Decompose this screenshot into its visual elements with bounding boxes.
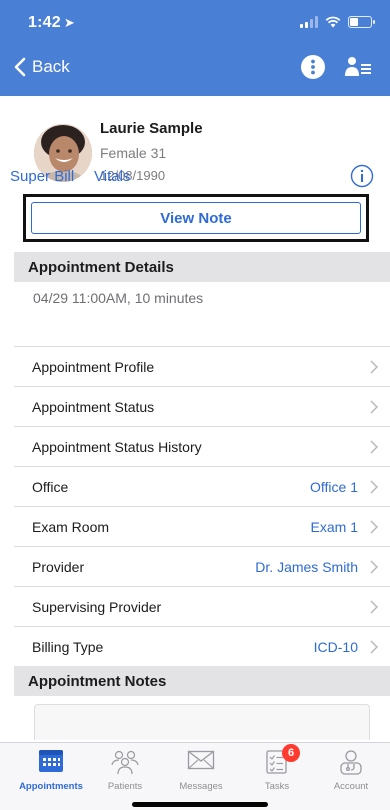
patient-gender-age: Female 31 xyxy=(100,145,167,161)
row-label: Appointment Profile xyxy=(32,359,155,375)
patient-links: Super Bill Vitals xyxy=(0,164,390,190)
row-supervising-provider[interactable]: Supervising Provider xyxy=(14,586,390,626)
view-note-button[interactable]: View Note xyxy=(31,202,361,234)
super-bill-link[interactable]: Super Bill xyxy=(10,168,74,185)
top-bar: 1:42 ➤ Back xyxy=(0,0,390,96)
row-label: Office xyxy=(32,479,69,495)
tab-appointments[interactable]: Appointments xyxy=(12,743,90,793)
tab-label: Appointments xyxy=(19,781,83,792)
patients-icon xyxy=(111,750,139,775)
row-label: Billing Type xyxy=(32,639,104,655)
patient-name: Laurie Sample xyxy=(100,120,203,137)
chevron-right-icon xyxy=(370,640,378,654)
calendar-icon xyxy=(39,750,63,772)
row-appointment-status-history[interactable]: Appointment Status History xyxy=(14,426,390,466)
chevron-right-icon xyxy=(370,560,378,574)
row-label: Exam Room xyxy=(32,519,110,535)
tab-account[interactable]: Account xyxy=(312,743,390,793)
chevron-right-icon xyxy=(370,600,378,614)
row-exam-room[interactable]: Exam Room Exam 1 xyxy=(14,506,390,546)
row-label: Provider xyxy=(32,559,85,575)
envelope-icon xyxy=(187,750,215,770)
appointment-notes-field[interactable] xyxy=(34,704,370,740)
row-value: Office 1 xyxy=(310,479,358,495)
chevron-right-icon xyxy=(370,480,378,494)
tab-tasks[interactable]: 6 Tasks xyxy=(238,743,316,793)
tasks-badge: 6 xyxy=(282,744,300,762)
appointment-notes-header: Appointment Notes xyxy=(14,666,390,696)
row-label: Supervising Provider xyxy=(32,599,162,615)
chevron-right-icon xyxy=(370,440,378,454)
tab-label: Account xyxy=(333,781,369,792)
row-appointment-profile[interactable]: Appointment Profile xyxy=(14,346,390,386)
tab-bar: Appointments Patients Messages 6 Tasks A… xyxy=(0,742,390,810)
chevron-left-icon xyxy=(14,57,26,77)
battery-icon xyxy=(348,16,375,28)
back-button[interactable]: Back xyxy=(14,57,70,77)
more-vertical-icon[interactable] xyxy=(300,54,326,80)
row-office[interactable]: Office Office 1 xyxy=(14,466,390,506)
tab-label: Patients xyxy=(107,781,143,792)
info-icon[interactable] xyxy=(350,164,374,188)
row-provider[interactable]: Provider Dr. James Smith xyxy=(14,546,390,586)
back-label: Back xyxy=(32,57,70,76)
wifi-icon xyxy=(325,16,341,28)
chevron-right-icon xyxy=(370,360,378,374)
appointment-details-list: Appointment Profile Appointment Status A… xyxy=(14,346,390,666)
chevron-right-icon xyxy=(370,520,378,534)
appointment-details-header: Appointment Details xyxy=(14,252,390,282)
row-value: Exam 1 xyxy=(310,519,358,535)
row-appointment-status[interactable]: Appointment Status xyxy=(14,386,390,426)
account-icon xyxy=(340,750,362,775)
home-indicator xyxy=(132,802,268,807)
status-bar: 1:42 ➤ xyxy=(0,0,390,48)
tab-label: Tasks xyxy=(264,781,290,792)
row-billing-type[interactable]: Billing Type ICD-10 xyxy=(14,626,390,666)
row-value: ICD-10 xyxy=(313,639,358,655)
patient-list-icon[interactable] xyxy=(344,56,372,78)
nav-actions xyxy=(300,54,372,80)
row-label: Appointment Status xyxy=(32,399,155,415)
tab-patients[interactable]: Patients xyxy=(86,743,164,793)
tab-messages[interactable]: Messages xyxy=(162,743,240,793)
vitals-link[interactable]: Vitals xyxy=(94,168,130,185)
chevron-right-icon xyxy=(370,400,378,414)
status-time: 1:42 ➤ xyxy=(28,14,75,31)
appointment-summary: 04/29 11:00AM, 10 minutes xyxy=(33,290,204,306)
view-note-highlight: View Note xyxy=(23,194,369,242)
row-label: Appointment Status History xyxy=(32,439,202,455)
location-arrow-icon: ➤ xyxy=(63,15,75,30)
tab-label: Messages xyxy=(179,781,223,792)
battery-fill xyxy=(350,18,358,26)
row-value: Dr. James Smith xyxy=(255,559,358,575)
navigation-bar: Back xyxy=(0,48,390,92)
status-right xyxy=(300,16,375,28)
signal-icon xyxy=(300,16,318,28)
